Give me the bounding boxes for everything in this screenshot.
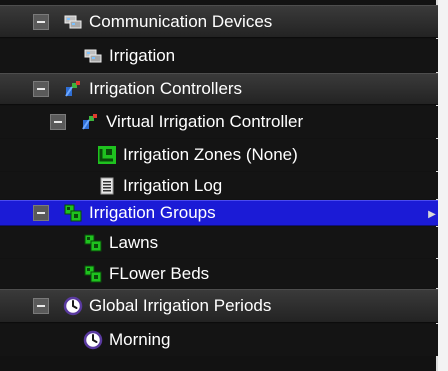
tree-node-irrigation-log[interactable]: Irrigation Log	[0, 172, 438, 199]
tree-label: Irrigation Groups	[89, 203, 216, 222]
tree-node-irrigation-controllers[interactable]: Irrigation Controllers	[0, 73, 438, 105]
tree-node-communication-devices[interactable]: Communication Devices	[0, 5, 438, 38]
group-icon	[63, 203, 83, 223]
collapse-toggle-global-periods[interactable]	[33, 298, 49, 314]
tree-label: FLower Beds	[109, 263, 210, 283]
tree-label: Morning	[109, 330, 171, 349]
tree-node-virtual-controller[interactable]: Virtual Irrigation Controller	[0, 106, 438, 138]
tree-label: Virtual Irrigation Controller	[106, 112, 304, 131]
collapse-toggle-irrigation-controllers[interactable]	[33, 81, 49, 97]
controller-icon	[80, 112, 100, 132]
tree-node-lawns[interactable]: Lawns	[0, 227, 438, 258]
collapse-toggle-irrigation-groups[interactable]	[33, 205, 49, 221]
tree-label: Irrigation Controllers	[89, 79, 243, 98]
network-device-icon	[63, 12, 83, 32]
tree-label: Irrigation Log	[123, 175, 223, 195]
log-icon	[97, 176, 117, 196]
collapse-toggle-communication-devices[interactable]	[33, 13, 49, 30]
tree-node-morning[interactable]: Morning	[0, 324, 438, 356]
irrigation-tree-panel: Communication Devices Irrigation Irrigat…	[0, 0, 438, 371]
tree-label: Irrigation	[109, 45, 176, 65]
network-device-icon	[83, 46, 103, 66]
zone-icon	[97, 145, 117, 165]
tree-label: Global Irrigation Periods	[89, 296, 272, 315]
tree-node-global-periods[interactable]: Global Irrigation Periods	[0, 289, 438, 323]
collapse-toggle-virtual-controller[interactable]	[50, 114, 66, 130]
group-icon	[83, 233, 103, 253]
tree-node-irrigation-groups[interactable]: Irrigation Groups ▶	[0, 200, 438, 226]
tree-label: Communication Devices	[89, 11, 273, 31]
group-icon	[83, 264, 103, 284]
tree-node-irrigation-zones[interactable]: Irrigation Zones (None)	[0, 139, 438, 171]
clock-icon	[83, 330, 103, 350]
tree-node-flower-beds[interactable]: FLower Beds	[0, 259, 438, 288]
controller-icon	[63, 79, 83, 99]
tree-label: Irrigation Zones (None)	[123, 145, 298, 164]
tree-node-irrigation-device[interactable]: Irrigation	[0, 39, 438, 72]
clock-icon	[63, 296, 83, 316]
right-arrow-icon[interactable]: ▶	[428, 201, 436, 227]
tree-label: Lawns	[109, 232, 159, 252]
